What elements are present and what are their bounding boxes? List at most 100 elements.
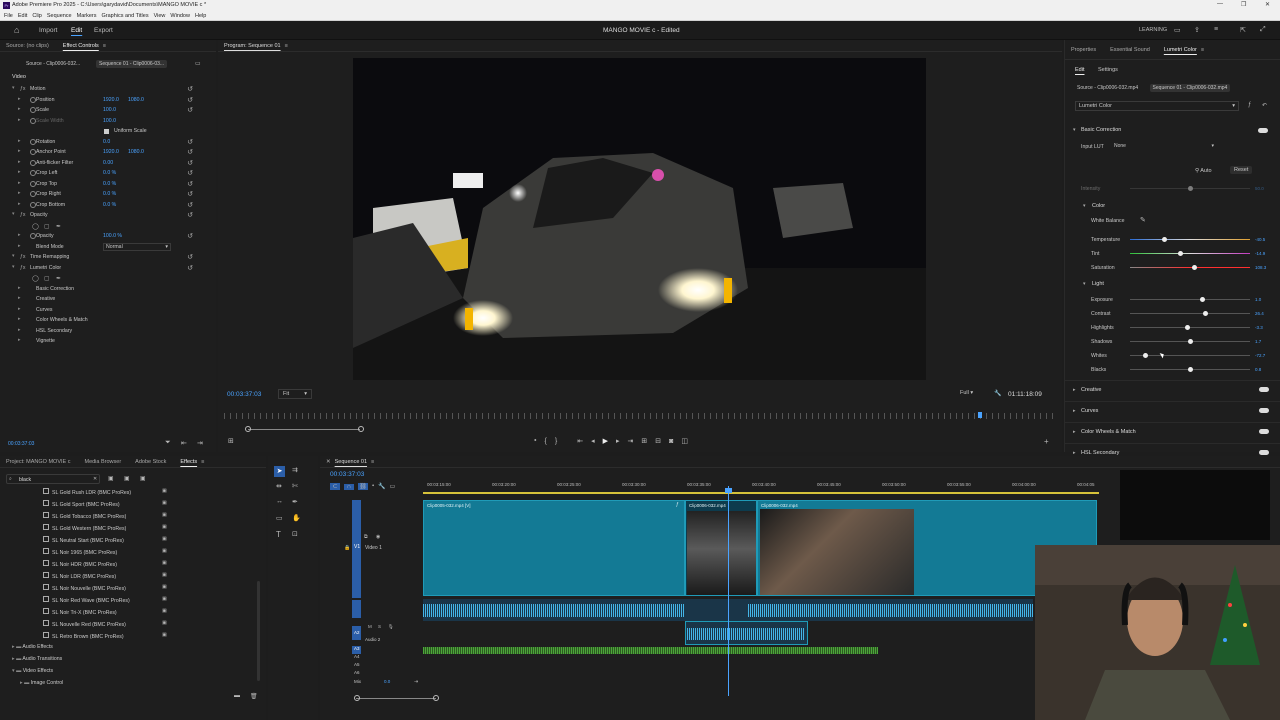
mask-rectangle-icon[interactable]: ▢	[44, 275, 50, 282]
slider-knob[interactable]	[1187, 367, 1193, 372]
zoom-handle-left[interactable]	[245, 426, 251, 432]
tab-effect-controls[interactable]: Effect Controls	[63, 43, 99, 49]
effects-scrollbar[interactable]	[257, 581, 260, 681]
effect-row-value1[interactable]: 0.0 %	[103, 170, 116, 176]
effect-row[interactable]: ◯ ▢ ✒	[0, 274, 210, 284]
eyedropper-icon[interactable]: ✎	[1140, 216, 1146, 224]
slider-knob[interactable]	[1187, 339, 1193, 344]
program-menu-icon[interactable]: ≡	[285, 43, 288, 49]
tab-essential-sound[interactable]: Essential Sound	[1110, 47, 1150, 53]
effect-row[interactable]: ▾ ƒx Opacity ↺	[0, 211, 210, 221]
learning-workspace[interactable]: LEARNING	[1139, 27, 1167, 33]
slider-track[interactable]	[1130, 299, 1250, 300]
chevron-right-icon[interactable]: ▸	[18, 117, 21, 123]
basic-correction-toggle[interactable]	[1258, 128, 1268, 133]
effect-row[interactable]: ▸ Scale Width 100.0	[0, 117, 210, 127]
chevron-down-icon[interactable]: ▾	[12, 253, 15, 259]
menu-view[interactable]: View	[154, 13, 166, 19]
hand-tool-icon[interactable]: ✋	[292, 514, 301, 522]
a1-source-patch[interactable]	[352, 600, 361, 618]
nav-edit[interactable]: Edit	[71, 27, 82, 34]
slide-tool-icon[interactable]: ⊡	[292, 530, 298, 538]
chevron-right-icon[interactable]: ▸	[18, 106, 21, 112]
effect-preset-item[interactable]: SL Retro Brown (BMC ProRes)	[43, 632, 124, 640]
a3-track-label[interactable]: A3	[354, 646, 360, 651]
section-toggle[interactable]	[1259, 408, 1269, 413]
effect-row-value1[interactable]: 0.0	[103, 139, 110, 145]
ripple-edit-tool-icon[interactable]: ⇹	[276, 482, 282, 490]
chevron-right-icon[interactable]: ▸	[18, 148, 21, 154]
tab-sequence-01[interactable]: Sequence 01	[335, 459, 367, 465]
audio-clip-a3[interactable]	[423, 647, 878, 654]
add-marker-icon[interactable]: ⬩	[372, 483, 374, 490]
subtab-settings[interactable]: Settings	[1098, 67, 1118, 73]
tab-lumetri-color[interactable]: Lumetri Color	[1164, 47, 1197, 53]
light-header[interactable]: Light	[1092, 281, 1104, 287]
lumetri-section[interactable]: ▸ Creative	[1065, 380, 1280, 398]
chevron-right-icon[interactable]: ▸	[1073, 429, 1076, 435]
settings-icon[interactable]: ⊞	[228, 437, 234, 445]
program-video-frame[interactable]	[353, 58, 926, 380]
go-to-out-icon[interactable]: ⇥	[628, 437, 634, 445]
captions-icon[interactable]: ▭	[390, 483, 396, 490]
sequence-menu-icon[interactable]: ≡	[371, 459, 374, 465]
chevron-right-icon[interactable]: ▸	[18, 138, 21, 144]
slider-value[interactable]: 108.3	[1255, 265, 1266, 270]
fx-icon[interactable]: ƒx	[20, 254, 25, 260]
reset-parameter-icon[interactable]: ↺	[187, 201, 193, 209]
close-icon[interactable]: ✕	[326, 459, 331, 465]
overwrite-icon[interactable]: ⊟	[655, 437, 661, 445]
effect-row[interactable]: ▸ Opacity 100.0 % ↺	[0, 232, 210, 242]
effect-preset-item[interactable]: SL Gold Western (BMC ProRes)	[43, 524, 126, 532]
effect-preset-item[interactable]: SL Gold Tobacco (BMC ProRes)	[43, 512, 126, 520]
slider-knob[interactable]	[1177, 251, 1183, 256]
program-timecode[interactable]: 00:03:37:03	[227, 391, 261, 398]
effect-preset-item[interactable]: SL Noir Tri-X (BMC ProRes)	[43, 608, 117, 616]
export-frame-icon[interactable]: ⇤	[181, 439, 187, 447]
timeline-toggle-icon[interactable]: ▭	[195, 60, 201, 67]
effects-bin[interactable]: ▸ ▬ Audio Transitions	[12, 656, 62, 662]
slider-knob[interactable]	[1199, 297, 1205, 302]
clip-tab-sequence[interactable]: Sequence 01 - Clip0006-03...	[96, 60, 168, 68]
fx-icon[interactable]: ƒx	[20, 265, 25, 271]
linked-selection-icon[interactable]: ⛓	[358, 483, 368, 490]
toggle-sync-lock-icon[interactable]: ⧉	[364, 534, 368, 540]
timeline-timecode[interactable]: 00:03:37:03	[330, 471, 364, 478]
chevron-right-icon[interactable]: ▸	[18, 306, 21, 312]
resolution-dropdown[interactable]: Full ▾	[957, 389, 976, 397]
effect-row[interactable]: ▸ Rotation 0.0 ↺	[0, 138, 210, 148]
menu-markers[interactable]: Markers	[77, 13, 97, 19]
effects-bin[interactable]: ▸ ▬ Image Control	[20, 680, 63, 686]
selection-tool-icon[interactable]: ➤	[274, 466, 285, 477]
wrench-icon[interactable]: 🔧	[378, 483, 385, 490]
chevron-down-icon[interactable]: ▾	[12, 211, 15, 217]
effect-row[interactable]: ▾ ƒx Time Remapping ↺	[0, 253, 210, 263]
auto-button[interactable]: ⚲ Auto	[1195, 168, 1212, 174]
tab-media-browser[interactable]: Media Browser	[84, 459, 121, 465]
slider-value[interactable]: -72.7	[1255, 353, 1265, 358]
yuv-effects-icon[interactable]: ▣	[140, 475, 146, 482]
menu-sequence[interactable]: Sequence	[47, 13, 72, 19]
reset-parameter-icon[interactable]: ↺	[187, 96, 193, 104]
input-lut-select[interactable]: None ▾	[1111, 142, 1217, 151]
effect-row[interactable]: ▸ Crop Bottom 0.0 % ↺	[0, 201, 210, 211]
go-to-out-icon[interactable]: ⇥	[197, 439, 203, 447]
slider-track[interactable]	[1130, 313, 1250, 314]
effect-preset-item[interactable]: SL Noir 1965 (BMC ProRes)	[43, 548, 117, 556]
program-time-ruler[interactable]	[224, 413, 1054, 419]
effect-preset-item[interactable]: SL Gold Sport (BMC ProRes)	[43, 500, 120, 508]
basic-correction-header[interactable]: Basic Correction	[1081, 127, 1121, 133]
effect-row[interactable]: ▸ Basic Correction	[0, 285, 210, 295]
slider-knob[interactable]	[1143, 353, 1149, 358]
32bit-effects-icon[interactable]: ▣	[124, 475, 130, 482]
zoom-scrollbar[interactable]	[248, 429, 360, 430]
chevron-down-icon[interactable]: ▾	[1073, 127, 1076, 133]
slider-track[interactable]	[1130, 267, 1250, 268]
insert-icon[interactable]: ⊞	[641, 437, 647, 445]
tab-adobe-stock[interactable]: Adobe Stock	[135, 459, 166, 465]
lock-icon[interactable]: 🔒	[344, 545, 350, 551]
add-button-icon[interactable]: +	[1044, 437, 1049, 446]
wrench-icon[interactable]: 🔧	[994, 390, 1001, 397]
progress-icon[interactable]: ≡	[1214, 26, 1218, 33]
effect-controls-timecode[interactable]: 00:03:37:03	[8, 441, 34, 447]
